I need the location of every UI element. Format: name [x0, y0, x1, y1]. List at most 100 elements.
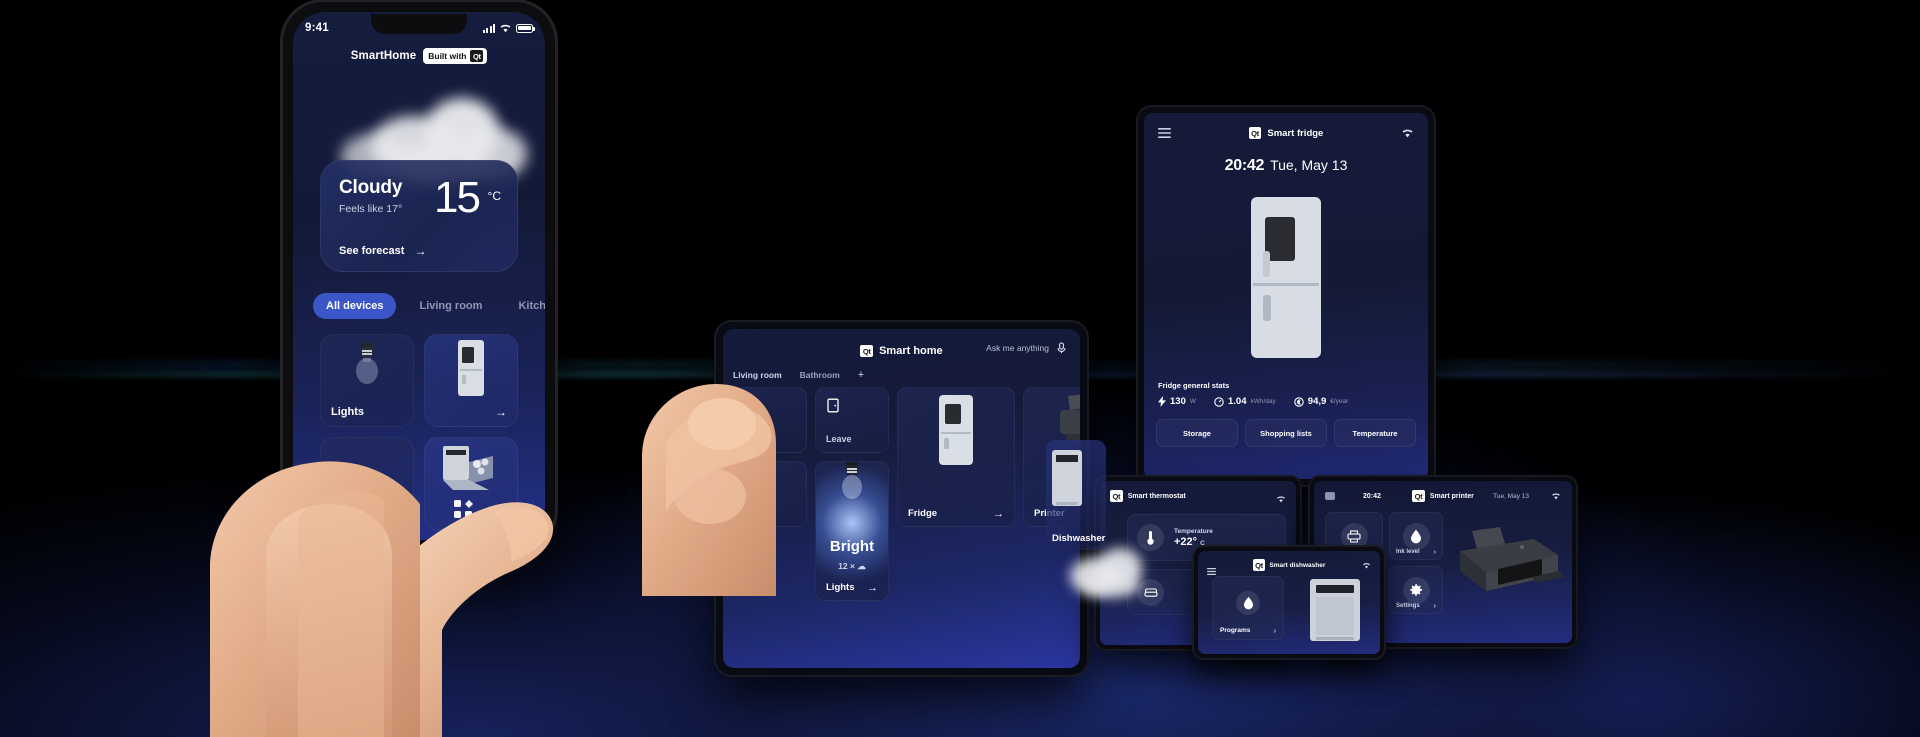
card-label: Settings	[1396, 603, 1420, 609]
lights-count: 12 ×	[838, 561, 855, 572]
chevron-right-icon: ›	[1273, 628, 1276, 635]
built-with-badge: Built with Qt	[423, 48, 488, 64]
phone-status-bar: 9:41	[283, 18, 555, 38]
card-label: Lights	[826, 582, 855, 593]
hand-holding-phone	[210, 461, 420, 737]
temperature-number: +22°	[1174, 535, 1198, 548]
printer-title: Smart printer	[1429, 492, 1474, 500]
sofa-icon	[1137, 578, 1164, 606]
dishwasher-title: Smart dishwasher	[1269, 561, 1326, 569]
fridge-button-shopping-lists[interactable]: Shopping lists	[1245, 419, 1327, 447]
fridge-title: Smart fridge	[1267, 127, 1324, 139]
stat-value: 1.04	[1228, 396, 1247, 407]
temperature-unit: C	[1200, 539, 1205, 547]
screenshot-root: Cloudy Feels like 17° 15 °C See forecast…	[0, 0, 1920, 737]
card-label: Programs	[1220, 627, 1251, 634]
device-card-dishwasher-partial[interactable]: Dishwasher	[1046, 440, 1106, 550]
gauge-icon	[1214, 396, 1224, 407]
lights-state: Bright	[829, 537, 875, 555]
microphone-icon[interactable]	[1057, 342, 1066, 354]
printer-header: 20:42 Qt Smart printer Tue, May 13	[1314, 489, 1572, 503]
device-card-fridge[interactable]: Fridge →	[897, 387, 1015, 527]
printer-card-settings[interactable]: Settings ›	[1389, 566, 1443, 614]
battery-icon	[516, 23, 535, 33]
lightbulb-icon	[842, 462, 862, 499]
printer-card-ink-level[interactable]: Ink level ›	[1389, 512, 1443, 560]
see-forecast-link[interactable]: See forecast →	[339, 245, 426, 257]
lights-card[interactable]: Bright 12 × ☁ Lights →	[815, 461, 889, 601]
qt-logo: Qt	[470, 50, 484, 62]
scene-label: Leave	[826, 434, 852, 444]
stat-cost: 94,9 €/year	[1294, 396, 1349, 407]
stat-unit: W	[1189, 398, 1196, 405]
chevron-right-icon: ›	[1433, 549, 1436, 556]
fridge-header: Qt Smart fridge	[1144, 125, 1428, 141]
thermometer-icon	[1137, 524, 1164, 551]
ask-label: Ask me anything	[986, 343, 1049, 353]
fridge-date: Tue, May 13	[1270, 157, 1348, 173]
temperature-value: +22° C	[1174, 536, 1213, 548]
stat-value: 130	[1170, 396, 1186, 407]
chevron-right-icon: ›	[1433, 603, 1436, 610]
app-brand-row: SmartHome Built with Qt	[283, 48, 555, 64]
wifi-icon	[1276, 490, 1286, 508]
weather-card[interactable]: Cloudy Feels like 17° 15 °C See forecast…	[320, 160, 518, 272]
temperature-caption: Temperature	[1174, 527, 1213, 535]
fridge-stats: 130 W 1.04 kWh/day 94,9 €/year	[1158, 396, 1414, 407]
voice-assistant-prompt[interactable]: Ask me anything	[986, 342, 1066, 354]
tablet-title: Smart home	[879, 345, 943, 357]
fridge-button-temperature[interactable]: Temperature	[1334, 419, 1416, 447]
dishwasher-title-group: Qt Smart dishwasher	[1198, 559, 1380, 571]
card-label: Ink level	[1396, 549, 1420, 555]
status-time: 9:41	[305, 22, 329, 34]
scene-tile-leave[interactable]: Leave	[815, 387, 889, 453]
add-room-button[interactable]: +	[858, 369, 864, 381]
signal-bars-icon	[482, 23, 495, 33]
fridge-screen: Qt Smart fridge 20:42 Tue, May 13 Fridge …	[1144, 113, 1428, 479]
qt-logo: Qt	[1252, 559, 1266, 571]
fridge-icon	[939, 395, 973, 465]
card-label: Dishwasher	[1052, 533, 1106, 544]
fridge-time: 20:42	[1224, 157, 1265, 174]
fridge-button-storage[interactable]: Storage	[1156, 419, 1238, 447]
stat-power: 130 W	[1158, 396, 1196, 407]
dishwasher-programs-card[interactable]: Programs ›	[1212, 576, 1284, 640]
arrow-right-icon: →	[867, 582, 878, 594]
fridge-action-buttons: Storage Shopping lists Temperature	[1156, 419, 1416, 447]
door-icon	[826, 398, 840, 418]
thermostat-title: Smart thermostat	[1127, 492, 1186, 500]
arrow-right-icon: →	[414, 244, 427, 258]
qt-logo: Qt	[1412, 490, 1425, 502]
stat-consumption: 1.04 kWh/day	[1214, 396, 1276, 407]
printer-icon	[1340, 522, 1368, 550]
printer-illustration	[1460, 527, 1564, 591]
euro-icon	[1294, 396, 1304, 407]
stat-value: 94,9	[1307, 396, 1327, 407]
qt-logo: Qt	[1248, 127, 1262, 139]
bolt-icon	[1158, 396, 1166, 407]
stat-unit: €/year	[1330, 398, 1349, 405]
qt-logo: Qt	[860, 345, 874, 357]
status-icons	[482, 23, 535, 33]
water-drop-icon	[1236, 591, 1260, 615]
stat-unit: kWh/day	[1250, 398, 1276, 405]
dishwasher-screen: Qt Smart dishwasher Programs ›	[1198, 551, 1380, 654]
thermostat-header: Qt Smart thermostat	[1110, 490, 1186, 502]
fridge-stats-title: Fridge general stats	[1158, 381, 1230, 390]
wifi-icon	[1401, 125, 1414, 143]
fridge-illustration	[1251, 197, 1321, 358]
dishwasher-icon	[1052, 450, 1082, 506]
ink-drop-icon	[1402, 522, 1430, 550]
card-label: Fridge	[908, 508, 938, 519]
smart-fridge-device: Qt Smart fridge 20:42 Tue, May 13 Fridge …	[1138, 107, 1434, 485]
lights-detail: 12 × ☁	[816, 561, 888, 572]
hand-holding-tablet	[642, 384, 776, 596]
qt-logo: Qt	[1110, 490, 1123, 502]
dishwasher-illustration	[1310, 579, 1360, 641]
app-name: SmartHome	[350, 50, 417, 62]
see-forecast-label: See forecast	[339, 245, 405, 257]
printer-title-group: Qt Smart printer	[1314, 490, 1572, 502]
smart-dishwasher-device: Qt Smart dishwasher Programs ›	[1194, 547, 1384, 658]
weather-temperature: 15	[434, 173, 481, 222]
arrow-right-icon: →	[993, 508, 1004, 520]
